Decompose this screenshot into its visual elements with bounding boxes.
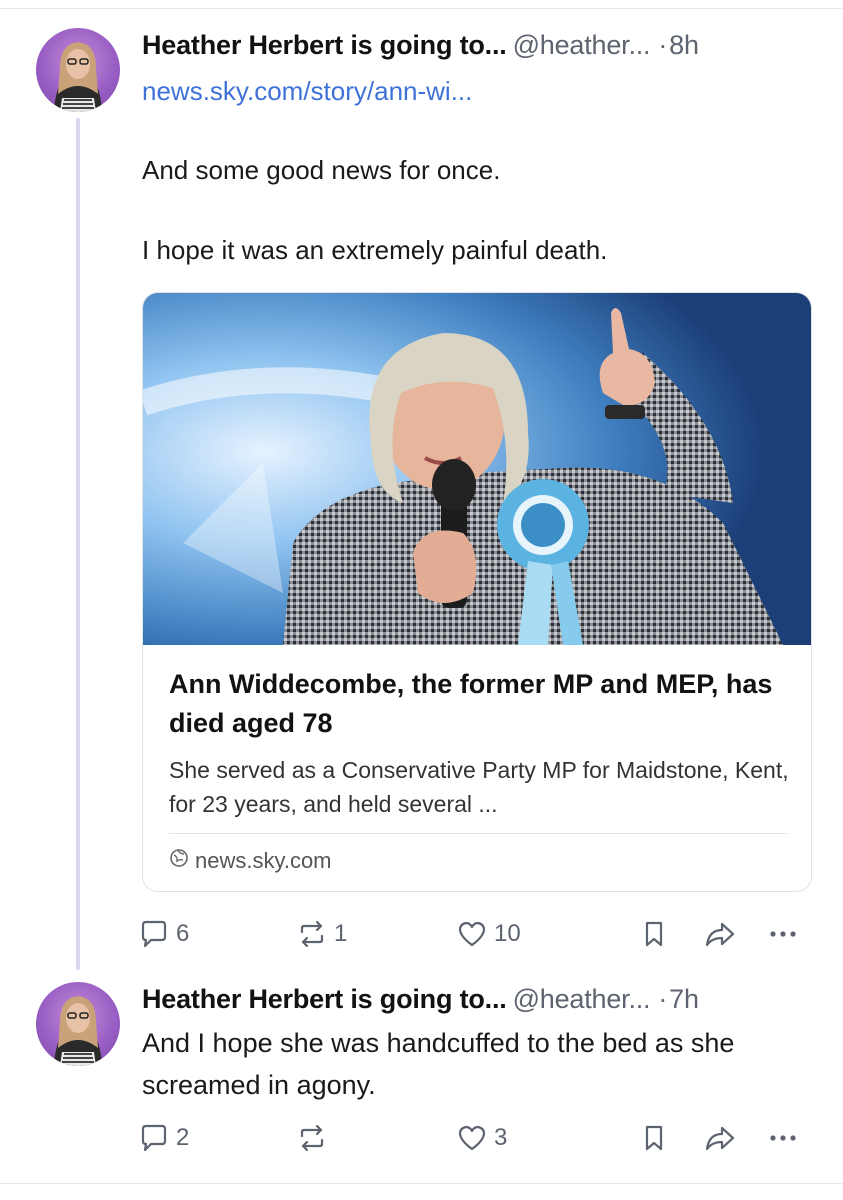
like-count: 3 [494,1124,508,1151]
card-divider [169,833,787,834]
like-count: 10 [494,920,521,947]
repost-button[interactable] [296,1122,334,1154]
card-description: She served as a Conservative Party MP fo… [169,757,789,817]
post-time[interactable]: 7h [669,984,699,1014]
heart-icon [456,1122,488,1154]
like-button[interactable]: 3 [456,1122,507,1154]
author-handle[interactable]: @heather... [513,30,651,60]
card-title[interactable]: Ann Widdecombe, the former MP and MEP, h… [169,665,789,743]
repost-arrows-icon [296,918,328,950]
bookmark-icon [638,1122,670,1154]
share-arrow-icon [703,1122,737,1154]
card-image [143,293,811,645]
reply-count: 2 [176,1124,190,1151]
link-preview-card[interactable]: Ann Widdecombe, the former MP and MEP, h… [142,292,812,892]
post-time[interactable]: 8h [669,30,699,60]
like-button[interactable]: 10 [456,918,521,950]
repost-button[interactable]: 1 [296,918,347,950]
post-header: Heather Herbert is going to... @heather..… [142,30,699,61]
post-text-line-1: And some good news for once. [142,155,501,185]
post-text: And I hope she was handcuffed to the bed… [142,1028,735,1100]
ellipsis-icon [766,1122,800,1154]
post-header: Heather Herbert is going to... @heather..… [142,984,699,1015]
top-divider [0,8,843,9]
speech-bubble-icon [138,918,170,950]
reply-button[interactable]: 6 [138,918,189,950]
post-text-line-2: I hope it was an extremely painful death… [142,235,608,265]
bookmark-button[interactable] [638,1122,670,1154]
more-options-button[interactable] [766,1122,800,1154]
thread-line [76,118,80,970]
reply-button[interactable]: 2 [138,1122,189,1154]
post-link[interactable]: news.sky.com/story/ann-wi... [142,76,472,107]
more-options-button[interactable] [766,918,800,950]
post-actions: 6 1 10 [138,918,808,958]
author-name[interactable]: Heather Herbert is going to... [142,30,507,60]
card-domain: news.sky.com [195,848,332,873]
card-domain-row[interactable]: news.sky.com [169,848,332,874]
separator-dot: · [658,984,668,1014]
reply-count: 6 [176,920,190,947]
share-arrow-icon [703,918,737,950]
share-button[interactable] [703,1122,737,1154]
globe-icon [169,848,189,874]
repost-arrows-icon [296,1122,328,1154]
bookmark-icon [638,918,670,950]
repost-count: 1 [334,920,348,947]
ellipsis-icon [766,918,800,950]
author-handle[interactable]: @heather... [513,984,651,1014]
bottom-divider [0,1183,843,1184]
heart-icon [456,918,488,950]
author-name[interactable]: Heather Herbert is going to... [142,984,507,1014]
bookmark-button[interactable] [638,918,670,950]
avatar[interactable] [36,28,120,112]
avatar[interactable] [36,982,120,1066]
post-actions: 2 3 [138,1122,808,1162]
speech-bubble-icon [138,1122,170,1154]
share-button[interactable] [703,918,737,950]
separator-dot: · [658,30,668,60]
